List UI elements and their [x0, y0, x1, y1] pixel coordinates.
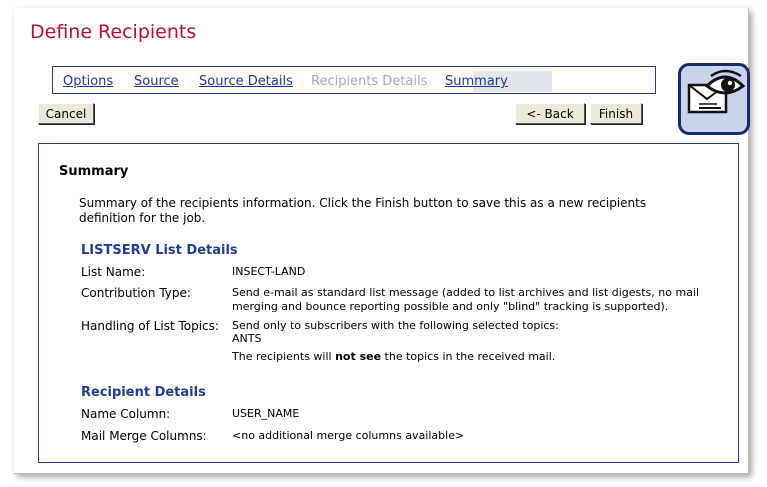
summary-title: Summary — [59, 164, 129, 179]
summary-intro: Summary of the recipients information. C… — [79, 196, 647, 225]
contribution-type-value: Send e-mail as standard list message (ad… — [232, 286, 700, 313]
mail-merge-value: <no additional merge columns available> — [232, 429, 465, 442]
tab-summary[interactable]: Summary — [445, 74, 508, 89]
name-column-label: Name Column: — [81, 407, 171, 421]
summary-panel: Summary Summary of the recipients inform… — [38, 143, 739, 463]
list-details-heading: LISTSERV List Details — [81, 243, 238, 258]
page-title: Define Recipients — [30, 21, 197, 43]
back-button[interactable]: <- Back — [515, 103, 585, 124]
note-suffix: the topics in the received mail. — [381, 350, 556, 363]
note-prefix: The recipients will — [232, 350, 336, 363]
list-topics-selected: ANTS — [232, 332, 262, 345]
note-bold: not see — [335, 350, 382, 363]
tab-recipients-details: Recipients Details — [311, 74, 428, 89]
contribution-type-label: Contribution Type: — [81, 286, 191, 300]
tab-source[interactable]: Source — [134, 74, 179, 89]
cancel-button[interactable]: Cancel — [38, 103, 94, 124]
eye-envelope-icon — [678, 63, 750, 135]
list-name-label: List Name: — [81, 265, 146, 279]
eye-envelope-graphic — [687, 69, 746, 114]
list-topics-value: Send only to subscribers with the follow… — [232, 319, 559, 332]
list-name-value: INSECT-LAND — [232, 265, 306, 278]
topics-visibility-note: The recipients will not see the topics i… — [232, 350, 555, 364]
tab-source-details[interactable]: Source Details — [199, 74, 293, 89]
mail-merge-label: Mail Merge Columns: — [81, 429, 207, 443]
tab-options[interactable]: Options — [63, 74, 113, 89]
finish-button[interactable]: Finish — [590, 103, 642, 124]
list-topics-label: Handling of List Topics: — [81, 319, 219, 333]
recipient-details-heading: Recipient Details — [81, 385, 206, 400]
wizard-tabs: Options Source Source Details Recipients… — [52, 66, 656, 94]
name-column-value: USER_NAME — [232, 407, 300, 420]
